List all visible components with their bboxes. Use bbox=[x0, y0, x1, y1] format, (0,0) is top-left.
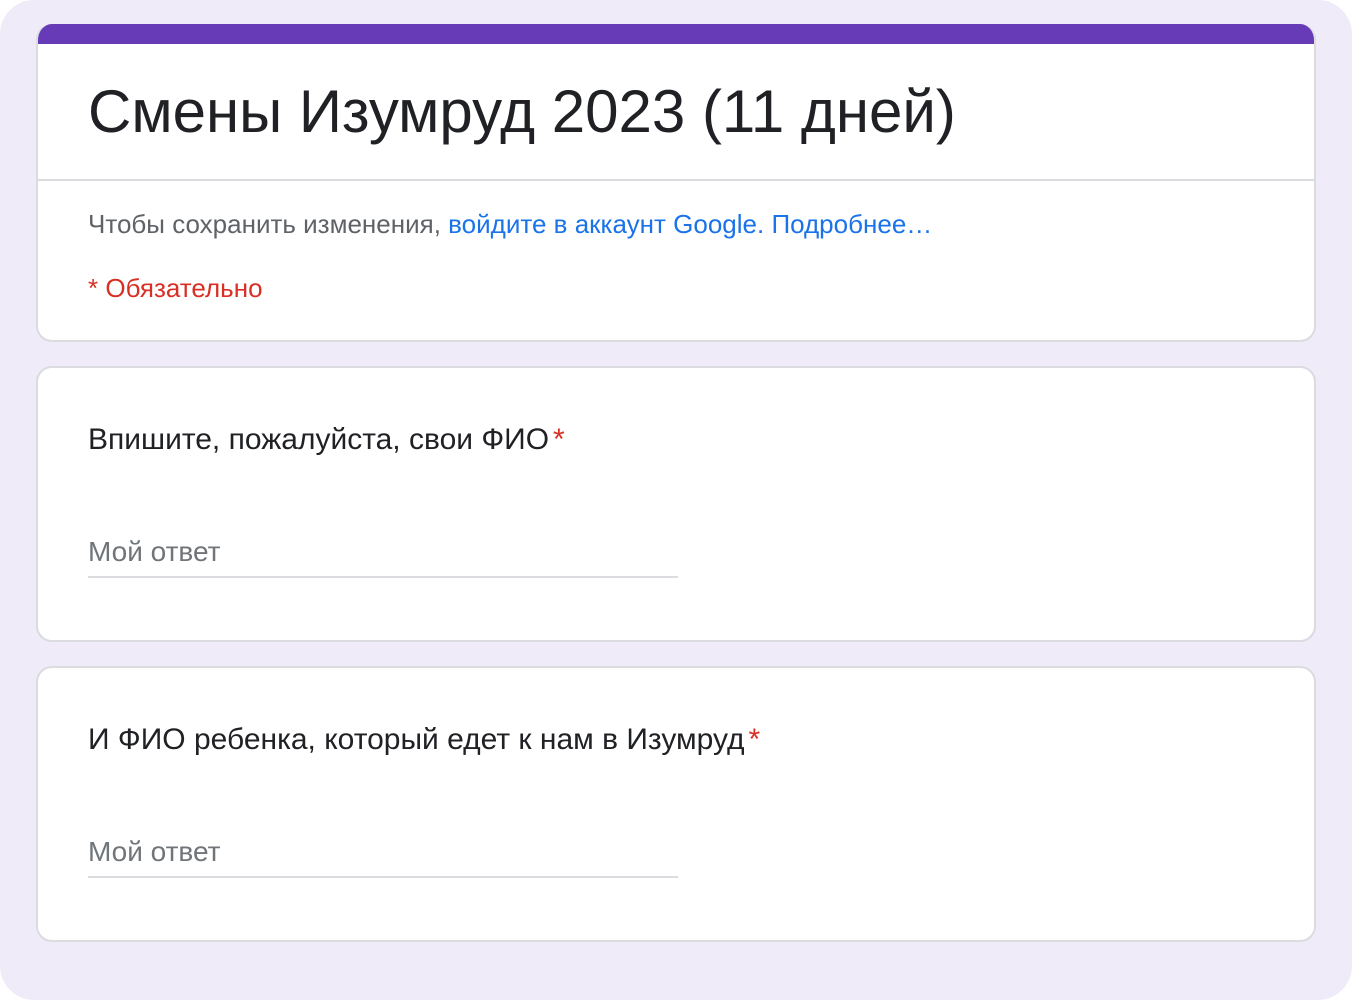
header-divider bbox=[38, 179, 1314, 181]
required-asterisk: * bbox=[748, 723, 761, 756]
question-text: И ФИО ребенка, который едет к нам в Изум… bbox=[88, 723, 745, 756]
question-text: Впишите, пожалуйста, свои ФИО bbox=[88, 423, 550, 456]
signin-prefix-text: Чтобы сохранить изменения, bbox=[88, 209, 449, 239]
form-title: Смены Изумруд 2023 (11 дней) bbox=[88, 78, 956, 145]
required-fields-note: * Обязательно bbox=[88, 273, 263, 303]
child-name-answer-input[interactable] bbox=[88, 828, 678, 878]
theme-accent-bar bbox=[38, 24, 1314, 44]
google-signin-link[interactable]: войдите в аккаунт Google. bbox=[448, 209, 764, 239]
question-label: Впишите, пожалуйста, свои ФИО * bbox=[88, 420, 565, 460]
required-asterisk: * bbox=[553, 423, 565, 456]
learn-more-link[interactable]: Подробнее… bbox=[771, 209, 932, 239]
full-name-answer-input[interactable] bbox=[88, 528, 678, 578]
question-card-child-name: И ФИО ребенка, который едет к нам в Изум… bbox=[36, 666, 1316, 942]
signin-notice: Чтобы сохранить изменения, войдите в акк… bbox=[88, 208, 932, 240]
form-background: Смены Изумруд 2023 (11 дней) Чтобы сохра… bbox=[0, 0, 1352, 1000]
question-card-full-name: Впишите, пожалуйста, свои ФИО * bbox=[36, 366, 1316, 642]
question-label: И ФИО ребенка, который едет к нам в Изум… bbox=[88, 720, 760, 760]
form-header-card: Смены Изумруд 2023 (11 дней) Чтобы сохра… bbox=[36, 24, 1316, 342]
